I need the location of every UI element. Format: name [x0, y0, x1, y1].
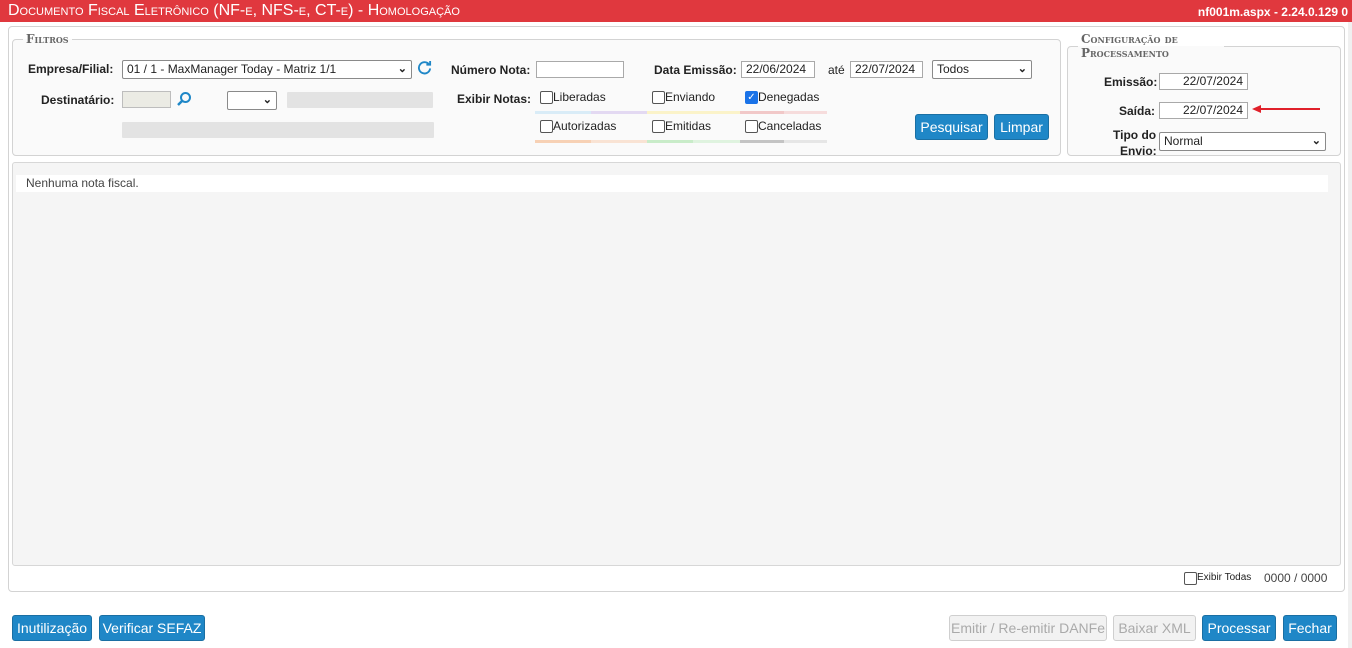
- destinatario-name-field: [287, 92, 433, 108]
- autorizadas-stripe: [535, 140, 591, 143]
- exibir-notas-label: Exibir Notas:: [457, 92, 532, 106]
- exibir-todas-label: Exibir Todas: [1197, 572, 1252, 583]
- empresa-select-value: 01 / 1 - MaxManager Today - Matriz 1/1: [127, 62, 337, 76]
- tipo-envio-label: Tipo do: [1113, 128, 1157, 142]
- inutilizacao-button[interactable]: Inutilização: [12, 615, 92, 641]
- results-grid: Nenhuma nota fiscal.: [12, 162, 1341, 566]
- page-scrollbar[interactable]: [1348, 22, 1352, 648]
- config-legend: Configuração de Processamento: [1081, 32, 1178, 60]
- data-fim-input[interactable]: 22/07/2024: [850, 61, 923, 78]
- tipo-envio-select[interactable]: Normal ⌄: [1159, 132, 1326, 151]
- saida-label: Saída:: [1119, 104, 1156, 118]
- emitidas-label: Emitidas: [665, 119, 712, 133]
- destinatario-type-select[interactable]: ⌄: [227, 91, 277, 110]
- liberadas-stripe: [535, 111, 591, 114]
- tipo-nota-select-value: Todos: [937, 62, 970, 76]
- fechar-button[interactable]: Fechar: [1283, 615, 1337, 641]
- exibir-todas-checkbox[interactable]: [1184, 572, 1197, 585]
- emitidas-stripe: [647, 140, 693, 143]
- destinatario-code-input[interactable]: [122, 91, 171, 108]
- data-inicio-input[interactable]: 22/06/2024: [741, 61, 815, 78]
- denegadas-checkbox[interactable]: ✓: [745, 91, 758, 104]
- tipo-envio-select-value: Normal: [1164, 134, 1203, 148]
- tipo-envio-label-2: Envio:: [1120, 144, 1157, 158]
- autorizadas-stripe-2: [591, 140, 647, 143]
- canceladas-checkbox[interactable]: [745, 120, 758, 133]
- pesquisar-button[interactable]: Pesquisar: [915, 114, 988, 140]
- numero-nota-input[interactable]: [536, 61, 624, 78]
- autorizadas-checkbox[interactable]: [540, 120, 553, 133]
- enviando-checkbox[interactable]: [652, 91, 665, 104]
- emissao-label: Emissão:: [1104, 75, 1158, 89]
- chevron-down-icon: ⌄: [397, 63, 407, 75]
- denegadas-label: Denegadas: [758, 90, 820, 104]
- chevron-down-icon: ⌄: [1017, 63, 1027, 75]
- liberadas-checkbox[interactable]: [540, 91, 553, 104]
- window-title: Documento Fiscal Eletrônico (NF-e, NFS-e…: [8, 2, 460, 19]
- title-bar: Documento Fiscal Eletrônico (NF-e, NFS-e…: [0, 0, 1352, 22]
- liberadas-label: Liberadas: [553, 90, 606, 104]
- emitidas-stripe-2: [693, 140, 740, 143]
- chevron-down-icon: ⌄: [1311, 135, 1321, 147]
- empresa-label: Empresa/Filial:: [28, 62, 114, 76]
- saida-input[interactable]: 22/07/2024: [1159, 102, 1248, 119]
- denegadas-stripe: [740, 111, 784, 114]
- chevron-down-icon: ⌄: [262, 94, 272, 106]
- canceladas-stripe: [740, 140, 784, 143]
- verificar-sefaz-button[interactable]: Verificar SEFAZ: [99, 615, 205, 641]
- empty-message: Nenhuma nota fiscal.: [16, 175, 1328, 192]
- data-emissao-label: Data Emissão:: [654, 63, 737, 77]
- enviando-stripe: [647, 111, 740, 114]
- refresh-icon[interactable]: [417, 60, 432, 75]
- tipo-nota-select[interactable]: Todos ⌄: [932, 60, 1032, 79]
- baixar-xml-button[interactable]: Baixar XML: [1113, 615, 1196, 641]
- version-label: nf001m.aspx - 2.24.0.129 0: [1197, 5, 1348, 19]
- annotation-arrow-icon: [1252, 105, 1320, 113]
- denegadas-stripe-2: [784, 111, 827, 114]
- ate-label: até: [828, 63, 845, 77]
- canceladas-label: Canceladas: [758, 119, 822, 133]
- filters-legend: Filtros: [26, 32, 69, 46]
- emitir-danfe-button[interactable]: Emitir / Re-emitir DANFe: [949, 615, 1107, 641]
- liberadas-stripe-2: [591, 111, 647, 114]
- destinatario-address-field: [122, 122, 434, 138]
- search-icon[interactable]: [176, 91, 192, 107]
- canceladas-stripe-2: [784, 140, 827, 143]
- emissao-input[interactable]: 22/07/2024: [1159, 73, 1248, 90]
- empresa-select[interactable]: 01 / 1 - MaxManager Today - Matriz 1/1 ⌄: [122, 60, 412, 79]
- enviando-label: Enviando: [665, 90, 716, 104]
- emitidas-checkbox[interactable]: [652, 120, 665, 133]
- autorizadas-label: Autorizadas: [553, 119, 617, 133]
- processar-button[interactable]: Processar: [1202, 615, 1276, 641]
- numero-nota-label: Número Nota:: [451, 63, 531, 77]
- destinatario-label: Destinatário:: [41, 93, 115, 107]
- limpar-button[interactable]: Limpar: [994, 114, 1049, 140]
- record-counter: 0000 / 0000: [1264, 571, 1328, 585]
